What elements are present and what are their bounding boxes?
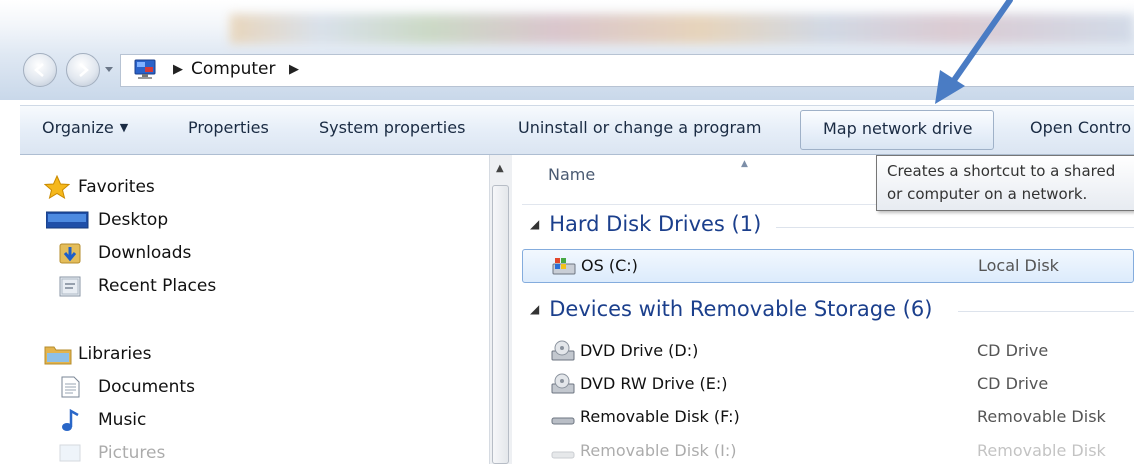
annotation-arrow-icon xyxy=(935,0,1013,104)
